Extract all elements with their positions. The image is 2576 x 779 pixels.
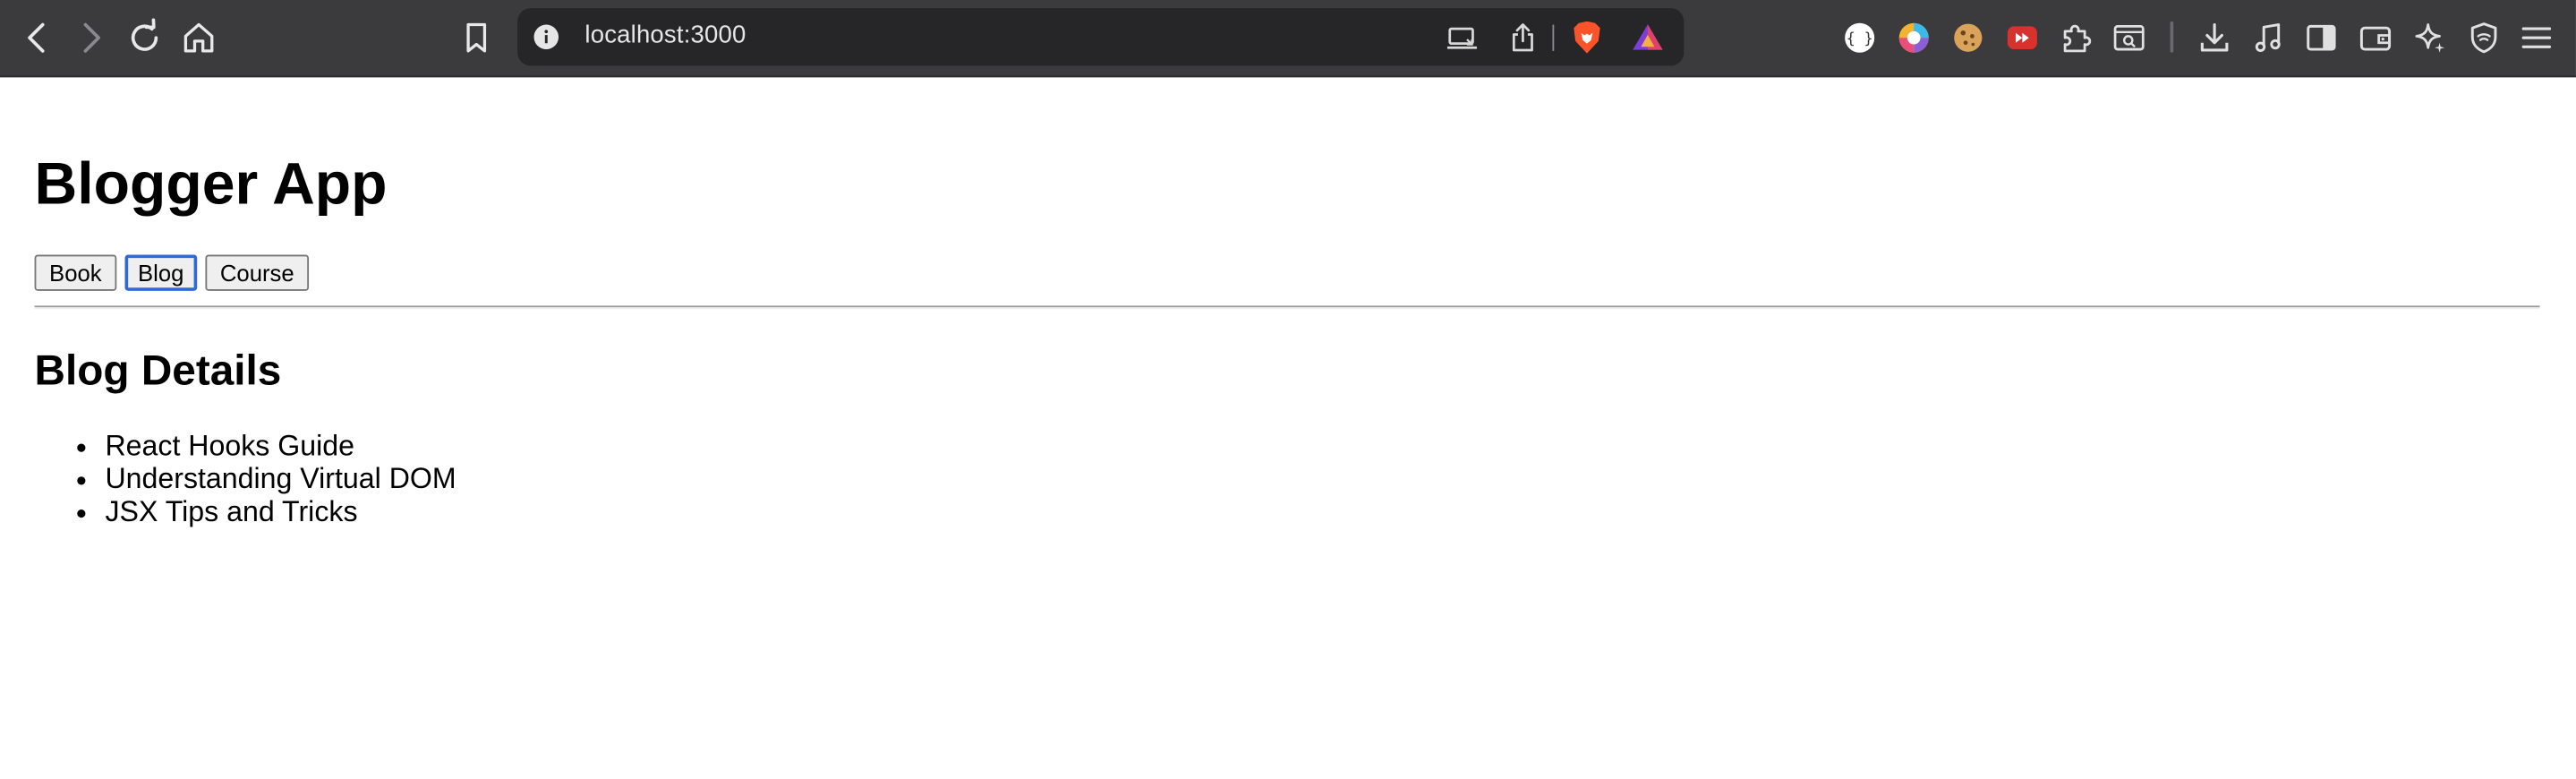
info-icon[interactable]	[533, 24, 559, 50]
back-arrow-icon[interactable]	[18, 18, 57, 57]
music-icon[interactable]	[2249, 18, 2289, 57]
category-button-group: Book Blog Course	[34, 254, 310, 291]
vpn-shield-icon[interactable]	[2464, 18, 2503, 57]
cast-icon[interactable]	[1446, 21, 1479, 55]
menu-icon[interactable]	[2517, 18, 2556, 57]
horizontal-rule	[34, 305, 2540, 310]
brave-rewards-triangle-icon[interactable]	[1632, 21, 1665, 55]
search-screen-icon[interactable]	[2110, 18, 2149, 57]
svg-text:{ }: { }	[1847, 30, 1873, 47]
wallet-icon[interactable]	[2356, 18, 2395, 57]
address-bar[interactable]: localhost:3000	[517, 8, 1685, 66]
sidebar-icon[interactable]	[2301, 18, 2341, 57]
section-title: Blog Details	[34, 345, 282, 395]
url-text[interactable]: localhost:3000	[584, 21, 746, 49]
blog-list: React Hooks Guide Understanding Virtual …	[35, 429, 456, 527]
browser-toolbar: localhost:3000 { }	[0, 0, 2576, 78]
book-button[interactable]: Book	[34, 254, 117, 291]
brave-lion-icon[interactable]	[1571, 21, 1604, 55]
list-item: Understanding Virtual DOM	[105, 462, 456, 495]
leo-ai-icon[interactable]	[2410, 18, 2450, 57]
page-title: Blogger App	[34, 150, 388, 218]
color-picker-icon[interactable]	[1894, 18, 1933, 57]
download-icon[interactable]	[2195, 18, 2234, 57]
list-item: React Hooks Guide	[105, 429, 456, 462]
browser-window: localhost:3000 { } Blogger App Book Blog…	[0, 0, 2576, 779]
toolbar-divider	[2170, 21, 2174, 53]
blog-button[interactable]: Blog	[124, 254, 198, 291]
bookmark-icon[interactable]	[456, 18, 496, 57]
address-bar-divider	[1552, 24, 1555, 51]
list-item: JSX Tips and Tricks	[105, 494, 456, 527]
course-button[interactable]: Course	[205, 254, 310, 291]
json-viewer-icon[interactable]: { }	[1840, 18, 1880, 57]
forward-arrow-icon[interactable]	[71, 18, 110, 57]
reload-icon[interactable]	[124, 18, 164, 57]
share-icon[interactable]	[1506, 21, 1540, 55]
cookie-icon[interactable]	[1949, 18, 1988, 57]
video-speed-icon[interactable]	[2002, 18, 2042, 57]
home-icon[interactable]	[179, 18, 218, 57]
puzzle-extensions-icon[interactable]	[2057, 18, 2096, 57]
